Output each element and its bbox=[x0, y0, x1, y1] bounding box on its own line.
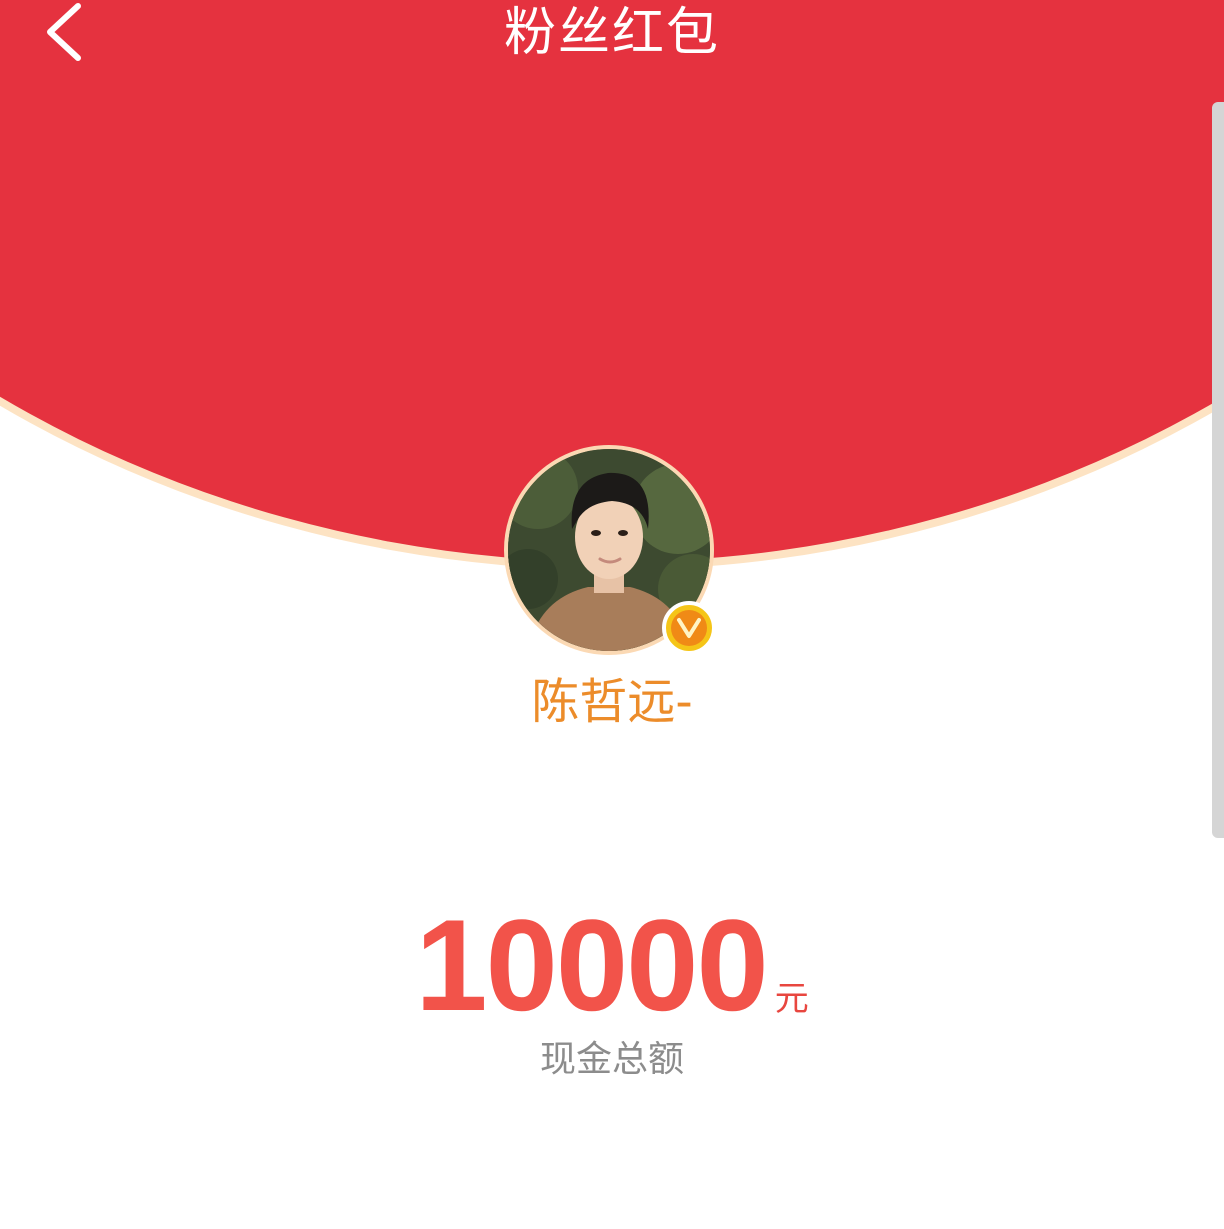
red-packet-screen: 粉丝红包 陈哲远- 10000 元 现金总额 bbox=[0, 0, 1224, 1229]
cash-amount: 10000 bbox=[415, 892, 768, 1038]
amount-row: 10000 元 bbox=[0, 900, 1224, 1030]
currency-unit: 元 bbox=[774, 979, 809, 1019]
sender-avatar-group[interactable] bbox=[504, 445, 720, 661]
amount-label: 现金总额 bbox=[539, 1039, 684, 1080]
verified-v-icon bbox=[671, 610, 707, 646]
verified-badge bbox=[662, 601, 716, 655]
page-title: 粉丝红包 bbox=[503, 3, 720, 63]
sender-name[interactable]: 陈哲远- bbox=[0, 672, 1224, 732]
header-bar: 粉丝红包 bbox=[0, 0, 1224, 80]
